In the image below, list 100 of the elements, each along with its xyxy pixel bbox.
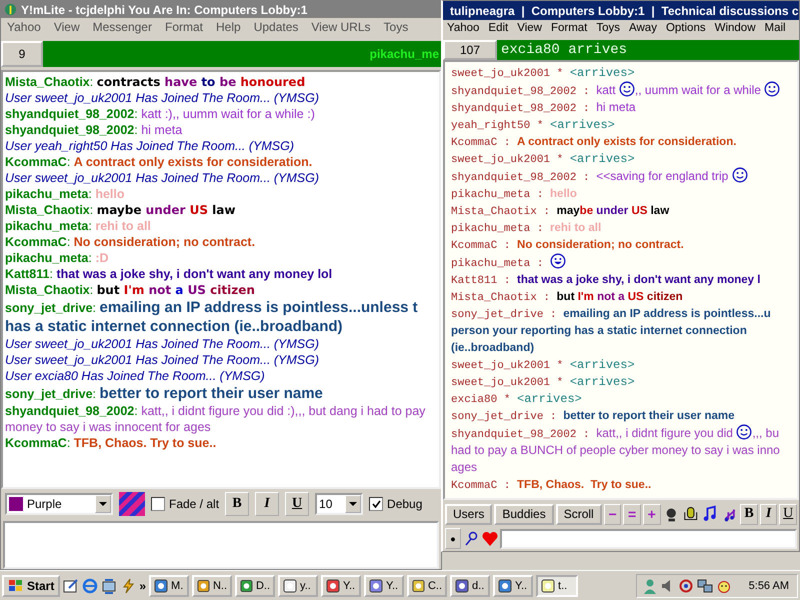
user-name[interactable]: KcommaC [451, 240, 498, 252]
menu-item[interactable]: View URLs [311, 20, 371, 36]
menu-item[interactable]: Yahoo [7, 20, 41, 36]
user-name[interactable]: sweet_jo_uk2001 [451, 360, 550, 372]
menu-item[interactable]: Mail [764, 22, 786, 38]
user-name[interactable]: Mista_Chaotix [451, 206, 537, 218]
separator: : [502, 480, 512, 492]
user-name[interactable]: shyandquiet_98_2002 [451, 172, 576, 184]
user-name[interactable]: sony_jet_drive [451, 411, 544, 423]
underline-button[interactable]: U [779, 504, 797, 524]
toggle-button[interactable]: Users [445, 504, 492, 524]
message-text: <arrives> [550, 118, 615, 132]
user-name[interactable]: KcommaC [5, 436, 67, 450]
user-name[interactable]: pikachu_meta [5, 251, 88, 265]
size-dropdown[interactable]: 10 [315, 493, 364, 515]
separator: : [66, 436, 72, 450]
target-icon[interactable] [678, 578, 693, 594]
window-title: Y!mLite - tcjdelphi You Are In: Computers Lobby:1 [21, 2, 308, 16]
user-name[interactable]: sony_jet_drive [5, 301, 93, 315]
size-button[interactable]: + [642, 504, 661, 524]
taskbar-button[interactable]: Y.. [321, 574, 362, 596]
user-name[interactable]: sweet_jo_uk2001 [451, 377, 550, 389]
menu-item[interactable]: Away [629, 22, 657, 38]
more-button[interactable]: » [139, 578, 146, 592]
menu-item[interactable]: Toys [596, 22, 620, 38]
menu-item[interactable]: Messenger [92, 20, 152, 36]
message-input[interactable] [3, 521, 439, 569]
user-name[interactable]: Katt811 [451, 275, 498, 287]
taskbar-button[interactable]: Y.. [493, 574, 534, 596]
user-name[interactable]: yeah_right50 [451, 120, 530, 132]
taskbar-button[interactable]: d.. [450, 574, 490, 596]
user-name[interactable]: Mista_Chaotix [5, 283, 90, 297]
taskbar-button[interactable]: t.. [536, 574, 578, 596]
user-name[interactable]: shyandquiet_98_2002 [5, 107, 134, 121]
user-name[interactable]: pikachu_meta [5, 219, 88, 233]
taskbar-button[interactable]: M. [149, 574, 190, 596]
checkbox-label: Fade / alt [169, 497, 220, 511]
color-dropdown[interactable]: Purple [5, 493, 113, 515]
taskbar-button[interactable]: Y.. [364, 574, 404, 596]
message-input[interactable] [500, 528, 797, 548]
separator: * [556, 68, 564, 80]
user-name[interactable]: pikachu_meta [5, 187, 88, 201]
size-button[interactable]: = [623, 504, 641, 524]
taskbar-button[interactable]: y.. [278, 574, 318, 596]
user-name[interactable]: KcommaC [451, 137, 498, 149]
menu-item[interactable]: Options [666, 22, 706, 38]
dropdown-arrow-icon[interactable] [349, 502, 358, 506]
user-name[interactable]: Katt811 [5, 267, 50, 281]
user-name[interactable]: Mista_Chaotix [5, 75, 90, 89]
menu-item[interactable]: View [54, 20, 80, 36]
user-name[interactable]: pikachu_meta [451, 258, 530, 270]
lightning-icon[interactable] [120, 578, 136, 594]
menu-item[interactable]: Yahoo [447, 22, 480, 38]
user-name[interactable]: sweet_jo_uk2001 [451, 154, 550, 166]
menu-item[interactable]: Format [550, 22, 588, 38]
user-name[interactable]: KcommaC [5, 235, 67, 249]
user-name[interactable]: shyandquiet_98_2002 [5, 404, 134, 418]
user-name[interactable]: excia80 [451, 394, 498, 406]
size-button[interactable]: − [604, 504, 622, 524]
menu-item[interactable]: Edit [488, 22, 508, 38]
dot-button[interactable]: • [445, 528, 461, 549]
menu-item[interactable]: Window [714, 22, 756, 38]
menu-item[interactable]: Format [164, 20, 203, 36]
user-name[interactable]: sweet_jo_uk2001 [451, 68, 550, 80]
bold-button[interactable]: B [225, 492, 250, 516]
debug-checkbox[interactable] [369, 497, 384, 511]
user-name[interactable]: KcommaC [5, 155, 67, 169]
app-icon [541, 578, 556, 592]
underline-button[interactable]: U [285, 492, 310, 516]
taskbar-button[interactable]: N.. [192, 574, 232, 596]
user-name[interactable]: pikachu_meta [451, 189, 530, 201]
user-name[interactable]: Mista_Chaotix [451, 292, 537, 304]
user-name[interactable]: Mista_Chaotix [5, 203, 90, 217]
italic-button[interactable]: I [255, 492, 280, 516]
start-button[interactable]: Start [2, 574, 60, 596]
user-name[interactable]: shyandquiet_98_2002 [5, 123, 134, 137]
taskbar-button[interactable]: D.. [235, 574, 276, 596]
sync-icon[interactable] [101, 578, 118, 594]
user-name[interactable]: pikachu_meta [451, 223, 530, 235]
bold-button[interactable]: B [740, 504, 758, 524]
user-name[interactable]: shyandquiet_98_2002 [451, 86, 576, 98]
toggle-button[interactable]: Buddies [494, 504, 554, 524]
user-name[interactable]: KcommaC [451, 480, 498, 492]
user-name[interactable]: sony_jet_drive [5, 387, 93, 401]
dropdown-arrow-icon[interactable] [99, 502, 107, 506]
italic-button[interactable]: I [760, 504, 778, 524]
toggle-button[interactable]: Scroll [556, 504, 602, 524]
fade-checkbox[interactable] [151, 497, 165, 511]
menu-item[interactable]: View [517, 22, 542, 38]
menu-item[interactable]: Help [216, 20, 241, 36]
desktop-icon[interactable] [63, 578, 80, 594]
user-name[interactable]: shyandquiet_98_2002 [451, 429, 576, 441]
network-icon[interactable] [696, 578, 713, 594]
menu-item[interactable]: Updates [254, 20, 298, 36]
user-name[interactable]: sony_jet_drive [451, 309, 544, 321]
menu-item[interactable]: Toys [384, 20, 408, 36]
user-name[interactable]: shyandquiet_98_2002 [451, 103, 576, 115]
ticker-text: pikachu_me [370, 47, 440, 61]
taskbar-button[interactable]: C.. [407, 574, 448, 596]
message-text: money to say i was innocent for ages [5, 420, 211, 434]
